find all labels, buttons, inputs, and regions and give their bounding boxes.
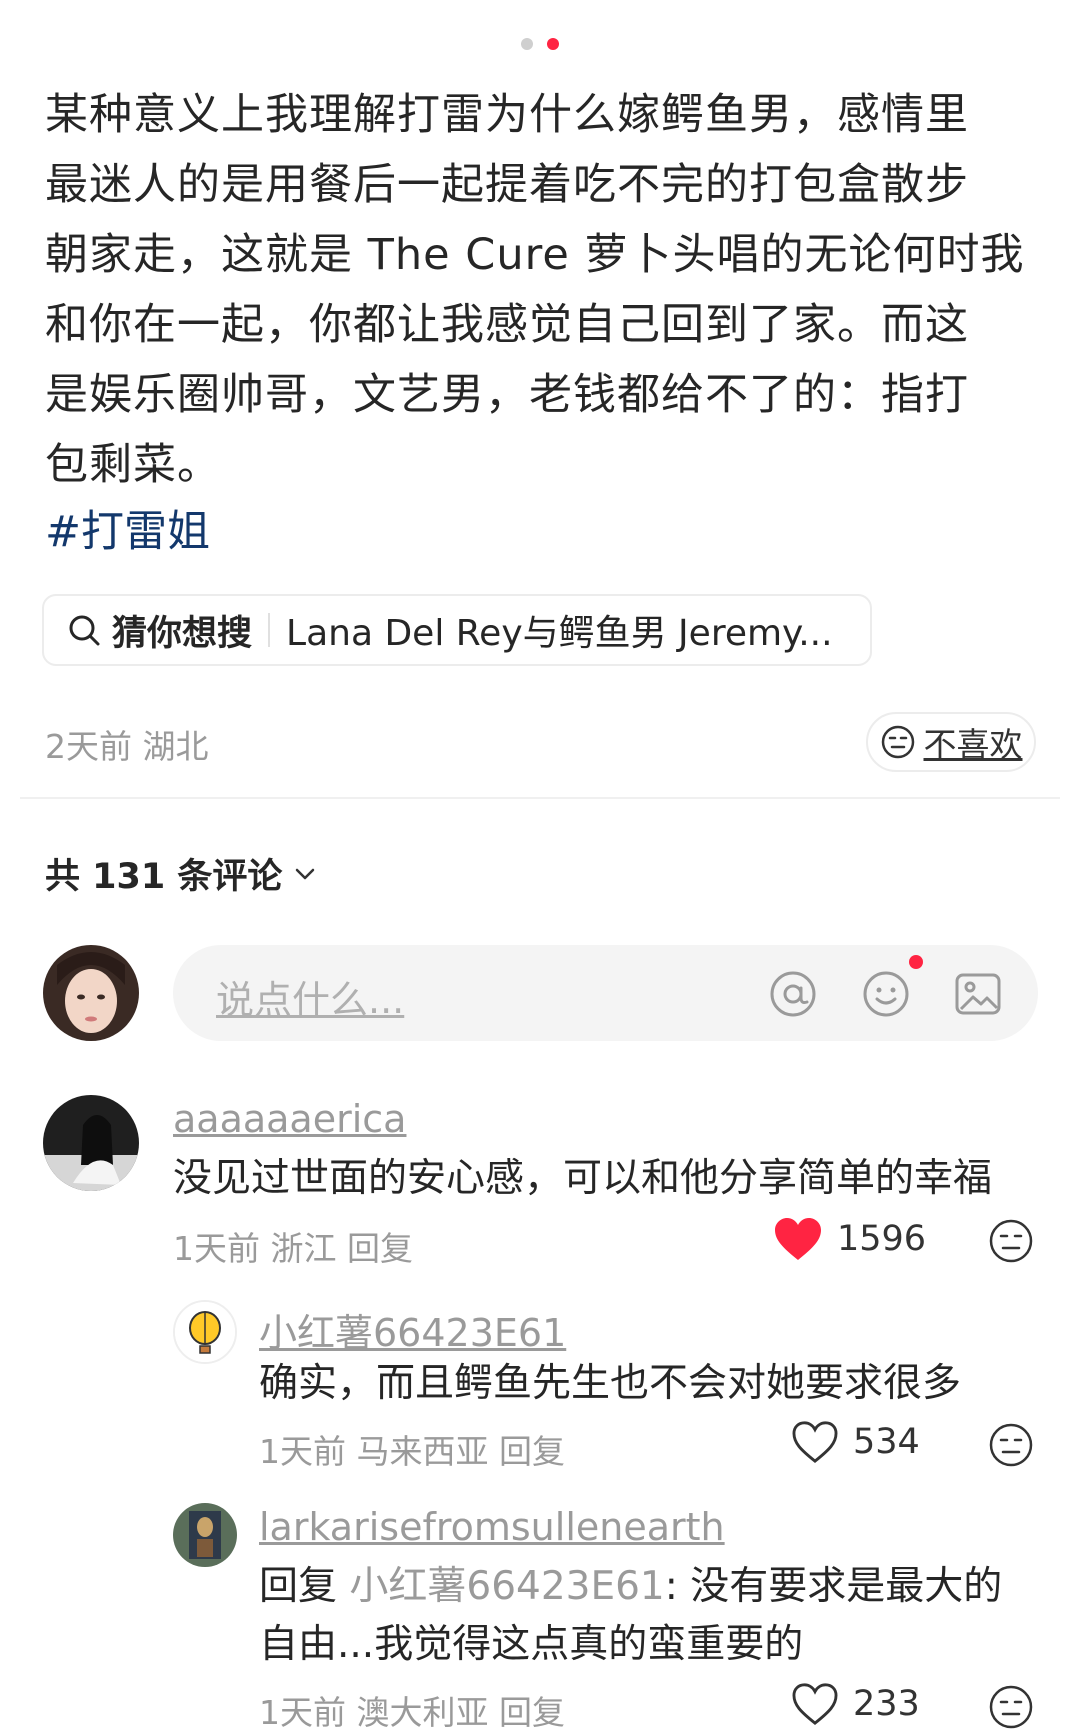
emoji-icon[interactable] <box>861 969 911 1019</box>
post-line: 最迷人的是用餐后一起提着吃不完的打包盒散步 <box>45 160 969 210</box>
hashtag-link[interactable]: #打雷姐 <box>45 502 210 562</box>
post-line: 朝家走，这就是 The Cure 萝卜头唱的无论何时我 <box>45 230 1025 280</box>
like-button[interactable]: 1596 <box>773 1216 926 1262</box>
page-indicator <box>0 38 1080 50</box>
chevron-down-icon <box>296 868 315 879</box>
suggested-search[interactable]: 猜你想搜 Lana Del Rey与鳄鱼男 Jeremy... <box>42 594 872 666</box>
reply-avatar[interactable] <box>173 1503 237 1567</box>
heart-filled-icon <box>775 1218 821 1260</box>
image-icon[interactable] <box>953 969 1003 1019</box>
post-line: 某种意义上我理解打雷为什么嫁鳄鱼男，感情里 <box>45 90 969 140</box>
dislike-label: 不喜欢 <box>923 725 1023 764</box>
page-dot <box>521 38 533 50</box>
reply-avatar[interactable] <box>173 1300 237 1364</box>
reply-text: 确实，而且鳄鱼先生也不会对她要求很多 <box>259 1361 962 1406</box>
dislike-button[interactable]: 不喜欢 <box>866 712 1036 772</box>
reply-meta[interactable]: 1天前 澳大利亚 回复 <box>259 1686 565 1734</box>
dislike-face-icon[interactable] <box>988 1684 1034 1730</box>
like-button[interactable]: 233 <box>791 1682 920 1726</box>
reply-text-line: 回复 小红薯66423E61: 没有要求是最大的 <box>259 1558 1002 1616</box>
search-icon <box>69 615 100 646</box>
like-count: 534 <box>853 1422 920 1462</box>
search-prefix: 猜你想搜 <box>112 613 253 654</box>
comment-text: 没见过世面的安心感，可以和他分享简单的幸福 <box>173 1156 993 1201</box>
dislike-face-icon[interactable] <box>988 1422 1034 1468</box>
post-line: 是娱乐圈帅哥，文艺男，老钱都给不了的：指打 <box>45 370 969 420</box>
comment-input[interactable]: 说点什么... <box>173 945 1038 1041</box>
notification-dot <box>909 955 923 969</box>
like-button[interactable]: 534 <box>791 1420 920 1464</box>
reply-text-line: 自由...我觉得这点真的蛮重要的 <box>259 1622 804 1667</box>
search-query: Lana Del Rey与鳄鱼男 Jeremy... <box>286 613 833 654</box>
post-line: 和你在一起，你都让我感觉自己回到了家。而这 <box>45 300 969 350</box>
reply-text: : 没有要求是最大的 <box>664 1564 1003 1609</box>
post-body: 某种意义上我理解打雷为什么嫁鳄鱼男，感情里 最迷人的是用餐后一起提着吃不完的打包… <box>45 80 1035 500</box>
commenter-avatar[interactable] <box>43 1095 139 1191</box>
reply-mention[interactable]: 小红薯66423E61 <box>349 1564 664 1609</box>
reply-username[interactable]: 小红薯66423E61 <box>259 1302 566 1357</box>
like-count: 1596 <box>837 1219 927 1259</box>
divider <box>268 613 271 647</box>
comment-meta[interactable]: 1天前 浙江 回复 <box>173 1222 413 1270</box>
reply-username[interactable]: larkarisefromsullenearth <box>259 1505 725 1549</box>
heart-outline-icon <box>792 1421 838 1463</box>
at-mention-icon[interactable] <box>768 969 818 1019</box>
reply-prefix: 回复 <box>259 1564 350 1609</box>
dislike-face-icon[interactable] <box>988 1218 1034 1264</box>
heart-outline-icon <box>792 1683 838 1725</box>
neutral-face-icon <box>881 725 914 759</box>
post-line: 包剩菜。 <box>45 440 221 490</box>
like-count: 233 <box>853 1684 920 1724</box>
current-user-avatar[interactable] <box>43 945 139 1041</box>
post-meta: 2天前 湖北 <box>45 727 209 766</box>
section-divider <box>20 797 1060 799</box>
reply-meta[interactable]: 1天前 马来西亚 回复 <box>259 1425 565 1473</box>
comments-count-toggle[interactable]: 共 131 条评论 <box>45 848 318 899</box>
comment-username[interactable]: aaaaaaerica <box>173 1097 406 1141</box>
comments-count-label: 共 131 条评论 <box>45 857 283 897</box>
comment-input-placeholder: 说点什么... <box>216 978 405 1022</box>
page-dot-active <box>547 38 559 50</box>
